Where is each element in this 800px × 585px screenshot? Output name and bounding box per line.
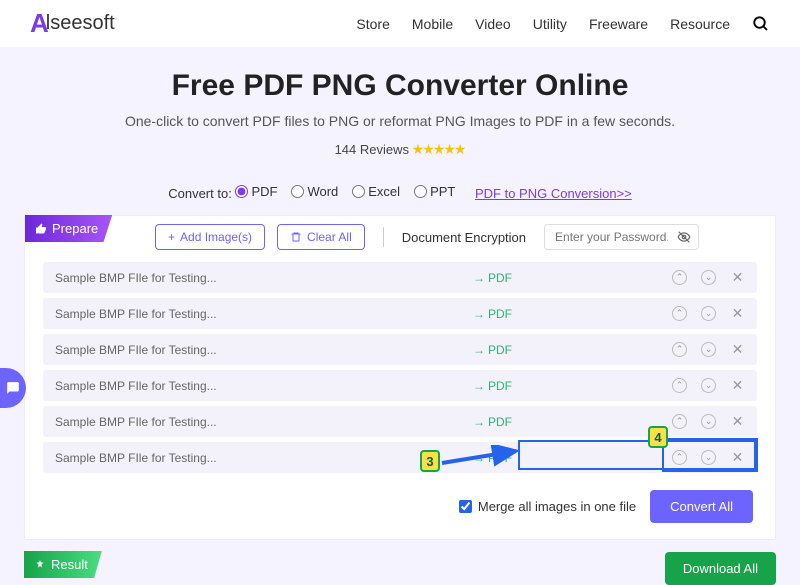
- hand-icon: [34, 559, 46, 571]
- file-format: → PDF: [473, 415, 512, 429]
- convert-to-label: Convert to:: [168, 186, 232, 201]
- reviews-count: 144 Reviews: [335, 142, 409, 157]
- file-row: Sample BMP FIle for Testing...→ PDF ⌃ ⌄ ✕: [43, 370, 757, 401]
- move-down-icon[interactable]: ⌄: [701, 414, 716, 429]
- move-down-icon[interactable]: ⌄: [701, 342, 716, 357]
- file-row: Sample BMP FIle for Testing...→ PDF ⌃ ⌄ ✕: [43, 262, 757, 293]
- radio-word[interactable]: Word: [291, 184, 338, 199]
- add-image-button[interactable]: +Add Image(s): [155, 224, 265, 250]
- move-up-icon[interactable]: ⌃: [672, 306, 687, 321]
- file-row: Sample BMP FIle for Testing...→ PDF ⌃ ⌄ ✕: [43, 298, 757, 329]
- remove-icon[interactable]: ✕: [730, 341, 745, 358]
- arrow-right-icon: →: [473, 415, 485, 429]
- divider: [383, 227, 384, 247]
- chat-bubble-icon[interactable]: [0, 368, 26, 408]
- file-name: Sample BMP FIle for Testing...: [55, 451, 473, 465]
- file-format: → PDF: [473, 307, 512, 321]
- merge-row: Merge all images in one file Convert All: [25, 480, 775, 529]
- file-format: → PDF: [473, 379, 512, 393]
- annotation-4: 4: [648, 426, 668, 448]
- file-name: Sample BMP FIle for Testing...: [55, 379, 473, 393]
- speech-icon: [6, 381, 20, 395]
- reviews: 144 Reviews ★★★★★: [20, 141, 780, 158]
- radio-excel-input[interactable]: [352, 185, 365, 198]
- nav-store[interactable]: Store: [356, 16, 389, 32]
- radio-word-input[interactable]: [291, 185, 304, 198]
- move-down-icon[interactable]: ⌄: [701, 378, 716, 393]
- thumb-icon: [35, 223, 47, 235]
- nav-utility[interactable]: Utility: [533, 16, 567, 32]
- move-down-icon[interactable]: ⌄: [701, 306, 716, 321]
- arrow-right-icon: →: [473, 379, 485, 393]
- file-row: Sample BMP FIle for Testing...→ PDF ⌃ ⌄ ✕: [43, 334, 757, 365]
- radio-excel[interactable]: Excel: [352, 184, 400, 199]
- logo-text: lseesoft: [46, 12, 115, 35]
- move-up-icon[interactable]: ⌃: [672, 270, 687, 285]
- remove-icon[interactable]: ✕: [730, 305, 745, 322]
- move-up-icon[interactable]: ⌃: [672, 450, 687, 465]
- move-up-icon[interactable]: ⌃: [672, 342, 687, 357]
- remove-icon[interactable]: ✕: [730, 377, 745, 394]
- move-up-icon[interactable]: ⌃: [672, 414, 687, 429]
- arrow-right-icon: →: [473, 307, 485, 321]
- prepare-panel: Prepare +Add Image(s) Clear All Document…: [24, 215, 776, 540]
- nav-resource[interactable]: Resource: [670, 16, 730, 32]
- move-up-icon[interactable]: ⌃: [672, 378, 687, 393]
- page-title: Free PDF PNG Converter Online: [20, 69, 780, 103]
- move-down-icon[interactable]: ⌄: [701, 270, 716, 285]
- nav-video[interactable]: Video: [475, 16, 511, 32]
- trash-icon: [290, 231, 302, 243]
- radio-ppt-input[interactable]: [414, 185, 427, 198]
- arrow-right-icon: →: [473, 271, 485, 285]
- merge-checkbox-input[interactable]: [459, 500, 472, 513]
- toolbar: +Add Image(s) Clear All Document Encrypt…: [25, 216, 775, 260]
- file-name: Sample BMP FIle for Testing...: [55, 271, 473, 285]
- nav: Store Mobile Video Utility Freeware Reso…: [356, 15, 770, 33]
- page-subtitle: One-click to convert PDF files to PNG or…: [20, 113, 780, 129]
- result-tab-label: Result: [51, 557, 88, 572]
- pdf-to-png-link[interactable]: PDF to PNG Conversion>>: [475, 186, 632, 201]
- remove-icon[interactable]: ✕: [730, 269, 745, 286]
- nav-mobile[interactable]: Mobile: [412, 16, 453, 32]
- header: Alseesoft Store Mobile Video Utility Fre…: [0, 0, 800, 47]
- file-format: → PDF: [473, 271, 512, 285]
- plus-icon: +: [168, 230, 175, 244]
- download-all-button[interactable]: Download All: [665, 552, 776, 585]
- encryption-label: Document Encryption: [402, 230, 526, 245]
- convert-all-button[interactable]: Convert All: [650, 490, 753, 523]
- radio-pdf[interactable]: PDF: [235, 184, 277, 199]
- radio-pdf-input[interactable]: [235, 185, 248, 198]
- annotation-3: 3: [420, 450, 440, 472]
- arrow-right-icon: →: [473, 343, 485, 357]
- eye-icon[interactable]: [677, 230, 691, 244]
- logo[interactable]: Alseesoft: [30, 8, 115, 39]
- radio-ppt[interactable]: PPT: [414, 184, 455, 199]
- convert-to-row: Convert to: PDF Word Excel PPT PDF to PN…: [0, 166, 800, 215]
- move-down-icon[interactable]: ⌄: [701, 450, 716, 465]
- encryption-input[interactable]: [544, 224, 699, 250]
- result-tab: Result: [24, 551, 102, 578]
- remove-icon[interactable]: ✕: [730, 413, 745, 430]
- merge-checkbox[interactable]: Merge all images in one file: [459, 499, 636, 514]
- arrow-icon: [440, 445, 525, 473]
- star-icon: ★: [454, 141, 467, 157]
- search-icon[interactable]: [752, 15, 770, 33]
- file-name: Sample BMP FIle for Testing...: [55, 307, 473, 321]
- clear-all-button[interactable]: Clear All: [277, 224, 365, 250]
- file-name: Sample BMP FIle for Testing...: [55, 415, 473, 429]
- remove-icon[interactable]: ✕: [730, 449, 745, 466]
- prepare-tab: Prepare: [25, 215, 112, 242]
- prepare-tab-label: Prepare: [52, 221, 98, 236]
- merge-label: Merge all images in one file: [478, 499, 636, 514]
- result-section: Result Download All: [24, 552, 776, 584]
- file-format: → PDF: [473, 343, 512, 357]
- file-name: Sample BMP FIle for Testing...: [55, 343, 473, 357]
- nav-freeware[interactable]: Freeware: [589, 16, 648, 32]
- hero: Free PDF PNG Converter Online One-click …: [0, 47, 800, 166]
